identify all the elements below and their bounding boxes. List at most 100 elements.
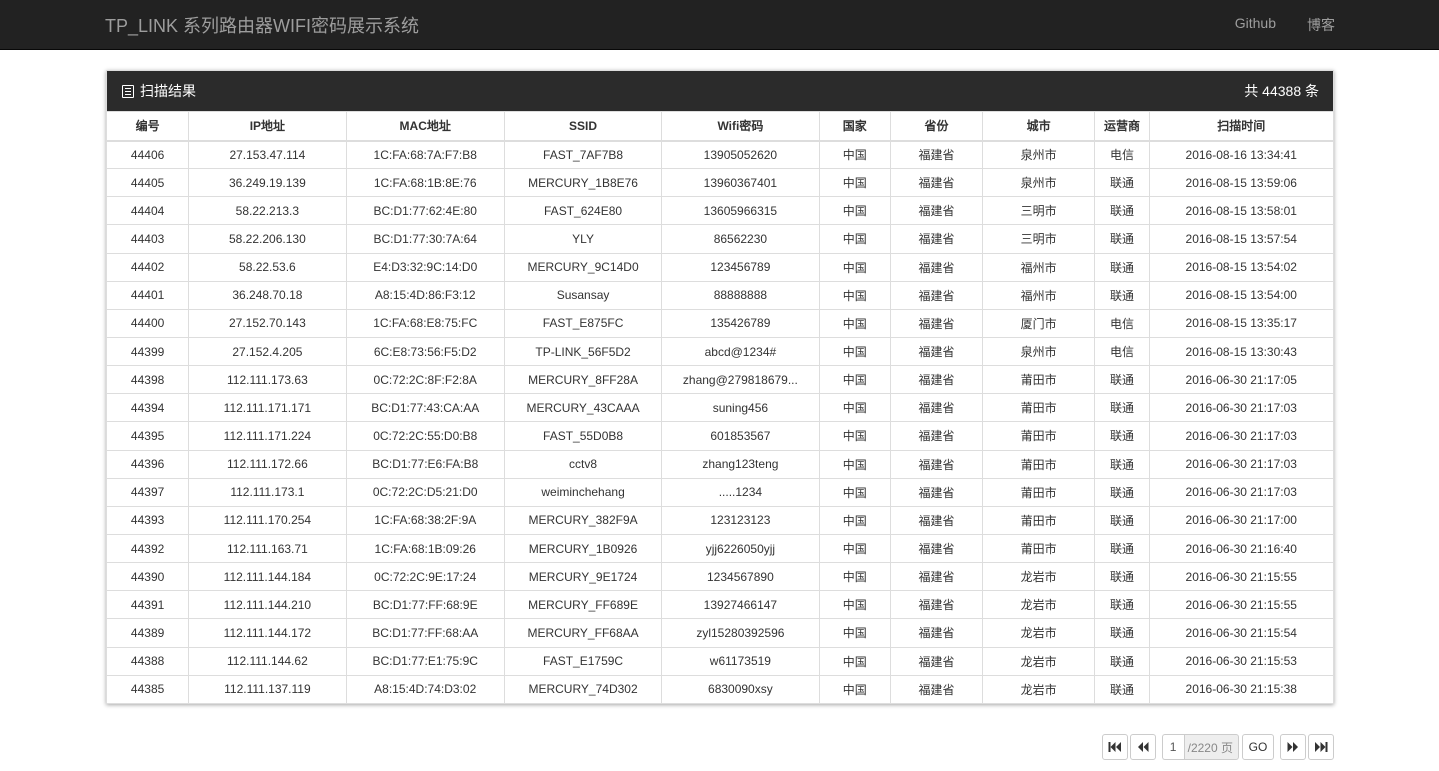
cell-scan-time: 2016-06-30 21:17:03 [1148,477,1333,507]
table-row: 44388 112.111.144.62 BC:D1:77:E1:75:9C FAST… [107,646,1333,676]
cell-city: 三明市 [981,196,1096,226]
next-page-button[interactable] [1280,734,1306,760]
cell-ssid: cctv8 [503,449,663,479]
last-page-icon [1315,742,1328,752]
cell-country: 中国 [818,139,892,170]
cell-ip: 112.111.144.210 [188,590,347,620]
cell-mac: BC:D1:77:FF:68:AA [345,618,505,648]
cell-mac: 6C:E8:73:56:F5:D2 [345,336,505,367]
cell-country: 中国 [818,252,892,282]
page-number-input[interactable] [1161,734,1184,760]
app-brand[interactable]: TP_LINK 系列路由器WIFI密码展示系统 [105,12,419,38]
cell-country: 中国 [818,646,892,676]
cell-ssid: MERCURY_9E1724 [503,562,663,592]
cell-wifi-password: zyl15280392596 [661,618,820,648]
cell-mac: 0C:72:2C:55:D0:B8 [345,421,505,451]
header-col-isp: 运营商 [1094,111,1150,142]
cell-mac: BC:D1:77:E6:FA:B8 [345,449,505,479]
cell-country: 中国 [818,449,892,479]
cell-ip: 27.152.4.205 [188,336,347,367]
cell-id: 44400 [107,308,190,338]
cell-ip: 112.111.137.119 [188,674,347,704]
cell-wifi-password: suning456 [661,393,820,423]
cell-ssid: FAST_E875FC [503,308,663,338]
cell-wifi-password: zhang@279818679... [661,365,820,395]
cell-isp: 联通 [1094,618,1150,648]
cell-mac: 1C:FA:68:1B:09:26 [345,533,505,564]
cell-wifi-password: abcd@1234# [661,336,820,367]
cell-id: 44389 [107,618,190,648]
cell-wifi-password: yjj6226050yjj [661,533,820,564]
header-col-ssid: SSID [503,111,663,142]
table-row: 44401 36.248.70.18 A8:15:4D:86:F3:12 Susans… [107,280,1333,310]
cell-wifi-password: 86562230 [661,224,820,254]
table-row: 44404 58.22.213.3 BC:D1:77:62:4E:80 FAST_62… [107,196,1333,226]
results-table: 编号 IP地址 MAC地址 SSID Wifi密码 国家 省份 城市 运营商 扫描时间 44406… [107,111,1333,704]
table-row: 44397 112.111.173.1 0C:72:2C:D5:21:D0 weimi… [107,477,1333,507]
total-pages-addon: /2220 页 [1183,734,1239,760]
table-header-row: 编号 IP地址 MAC地址 SSID Wifi密码 国家 省份 城市 运营商 扫描时间 [107,111,1333,142]
cell-ssid: MERCURY_8FF28A [503,365,663,395]
cell-mac: 1C:FA:68:38:2F:9A [345,505,505,535]
cell-ip: 36.249.19.139 [188,168,347,198]
cell-scan-time: 2016-08-15 13:30:43 [1148,336,1333,367]
table-row: 44402 58.22.53.6 E4:D3:32:9C:14:D0 MERCURY_… [107,252,1333,282]
cell-ssid: MERCURY_43CAAA [503,393,663,423]
panel-title: 扫描结果 [122,81,196,101]
cell-ssid: MERCURY_FF68AA [503,618,663,648]
cell-id: 44393 [107,505,190,535]
prev-page-button[interactable] [1129,734,1156,760]
cell-ip: 112.111.172.66 [188,449,347,479]
cell-ip: 58.22.213.3 [188,196,347,226]
cell-scan-time: 2016-08-16 13:34:41 [1148,139,1333,170]
cell-ip: 112.111.170.254 [188,505,347,535]
cell-ip: 36.248.70.18 [188,280,347,310]
cell-mac: BC:D1:77:62:4E:80 [345,196,505,226]
last-page-button[interactable] [1308,734,1334,760]
cell-province: 福建省 [890,308,983,338]
cell-mac: BC:D1:77:E1:75:9C [345,646,505,676]
cell-ip: 112.111.171.171 [188,393,347,423]
cell-ssid: FAST_E1759C [503,646,663,676]
go-button[interactable]: GO [1242,734,1274,760]
cell-id: 44394 [107,393,190,423]
page-jump-group: /2220 页 [1161,734,1239,760]
cell-province: 福建省 [890,646,983,676]
cell-isp: 联通 [1094,280,1150,310]
cell-isp: 联通 [1094,533,1150,564]
cell-scan-time: 2016-08-15 13:59:06 [1148,168,1333,198]
cell-ip: 112.111.173.63 [188,365,347,395]
cell-scan-time: 2016-06-30 21:15:55 [1148,562,1333,592]
cell-isp: 联通 [1094,393,1150,423]
cell-isp: 联通 [1094,168,1150,198]
nav-link-github[interactable]: Github [1235,15,1276,35]
cell-ip: 58.22.206.130 [188,224,347,254]
cell-scan-time: 2016-06-30 21:15:54 [1148,618,1333,648]
cell-isp: 联通 [1094,646,1150,676]
table-row: 44393 112.111.170.254 1C:FA:68:38:2F:9A MER… [107,505,1333,535]
cell-province: 福建省 [890,139,983,170]
cell-isp: 联通 [1094,590,1150,620]
cell-scan-time: 2016-06-30 21:17:03 [1148,449,1333,479]
cell-country: 中国 [818,224,892,254]
cell-scan-time: 2016-06-30 21:17:03 [1148,421,1333,451]
cell-country: 中国 [818,421,892,451]
cell-id: 44404 [107,196,190,226]
cell-mac: BC:D1:77:30:7A:64 [345,224,505,254]
cell-wifi-password: 6830090xsy [661,674,820,704]
header-col-scan-time: 扫描时间 [1148,111,1333,142]
cell-city: 三明市 [981,224,1096,254]
cell-ip: 112.111.144.62 [188,646,347,676]
first-page-button[interactable] [1101,734,1128,760]
cell-country: 中国 [818,590,892,620]
cell-province: 福建省 [890,336,983,367]
nav-link-blog[interactable]: 博客 [1307,15,1335,35]
cell-wifi-password: 13605966315 [661,196,820,226]
cell-scan-time: 2016-08-15 13:54:02 [1148,252,1333,282]
cell-province: 福建省 [890,505,983,535]
cell-isp: 联通 [1094,505,1150,535]
cell-isp: 联通 [1094,252,1150,282]
cell-city: 福州市 [981,252,1096,282]
cell-country: 中国 [818,336,892,367]
panel-title-text: 扫描结果 [140,83,196,99]
